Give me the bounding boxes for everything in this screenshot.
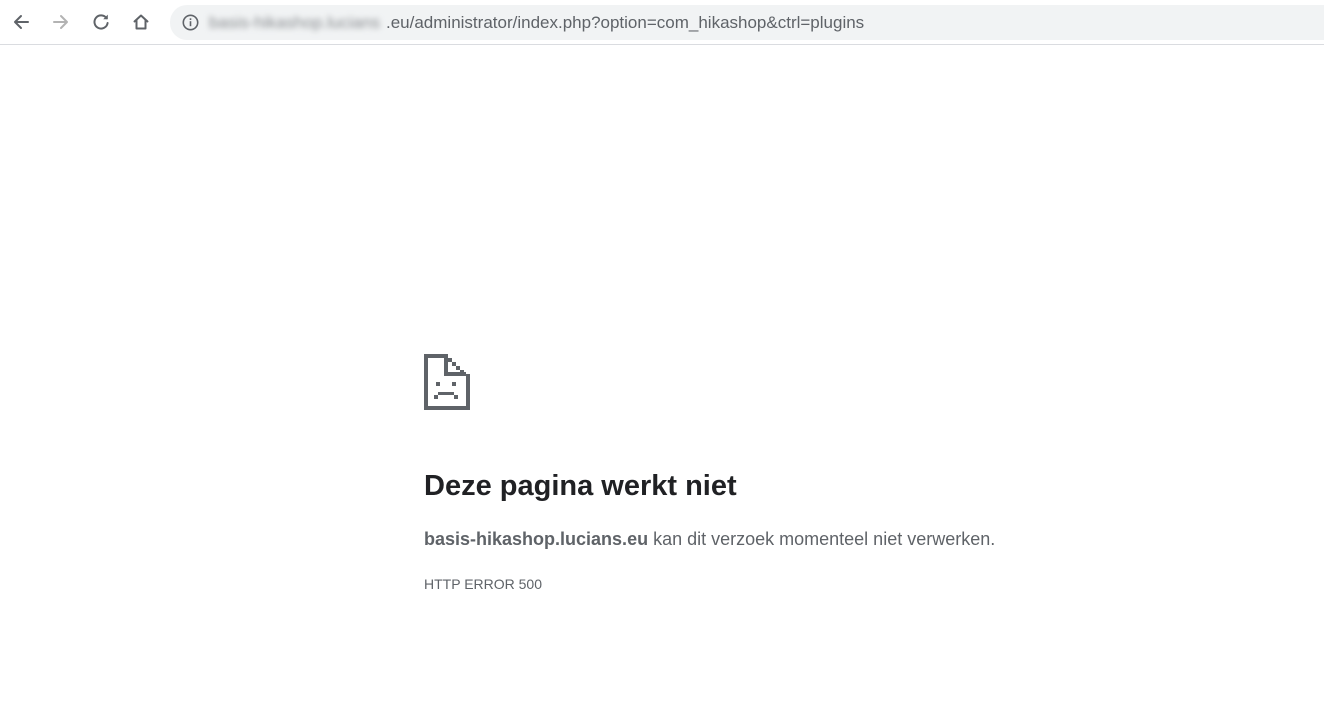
- reload-icon: [93, 14, 109, 30]
- address-bar[interactable]: basis-hikashop.lucians .eu/administrator/…: [170, 5, 1324, 40]
- forward-button[interactable]: [45, 6, 77, 38]
- url-text[interactable]: basis-hikashop.lucians .eu/administrator/…: [209, 13, 864, 32]
- home-icon: [133, 14, 149, 30]
- error-heading: Deze pagina werkt niet: [424, 470, 737, 502]
- error-message: basis-hikashop.lucians.eu kan dit verzoe…: [424, 528, 995, 550]
- arrow-left-icon: [14, 15, 29, 29]
- back-button[interactable]: [5, 6, 37, 38]
- home-button[interactable]: [125, 6, 157, 38]
- url-path: .eu/administrator/index.php?option=com_h…: [386, 13, 865, 32]
- reload-button[interactable]: [85, 6, 117, 38]
- arrow-right-icon: [53, 15, 68, 29]
- url-host-blurred: basis-hikashop.lucians: [209, 13, 381, 32]
- error-message-text: kan dit verzoek momenteel niet verwerken…: [648, 529, 996, 549]
- sad-page-icon: [424, 354, 470, 410]
- error-host: basis-hikashop.lucians.eu: [424, 529, 649, 549]
- info-icon[interactable]: [182, 14, 199, 31]
- browser-toolbar: basis-hikashop.lucians .eu/administrator/…: [0, 0, 1324, 45]
- error-code: HTTP ERROR 500: [424, 576, 542, 592]
